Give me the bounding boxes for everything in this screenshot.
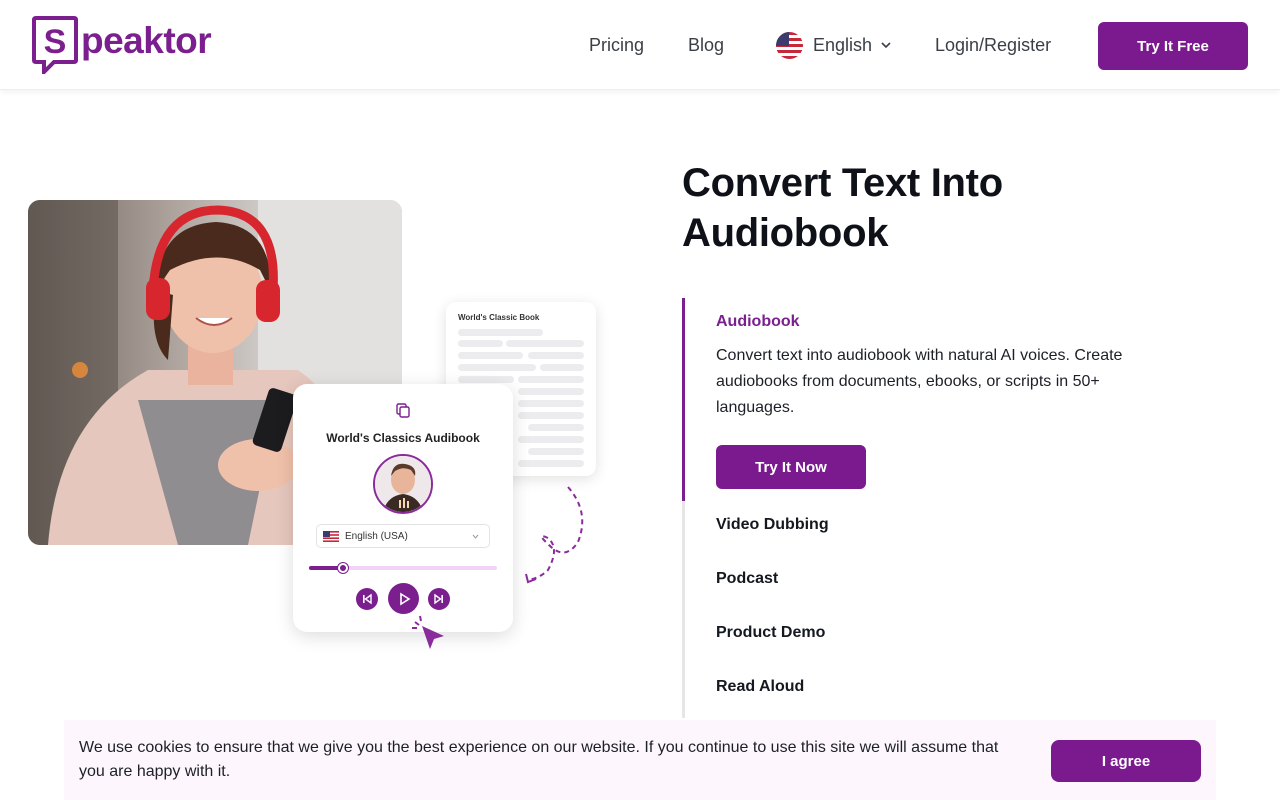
text-line bbox=[506, 340, 584, 347]
text-line bbox=[518, 412, 584, 419]
text-line bbox=[528, 352, 584, 359]
play-button[interactable] bbox=[388, 583, 419, 614]
text-line bbox=[528, 424, 584, 431]
skip-forward-icon bbox=[434, 593, 443, 605]
language-label: English bbox=[813, 34, 873, 55]
play-icon bbox=[399, 592, 411, 605]
speaktor-logo[interactable]: S peaktor bbox=[32, 16, 212, 76]
nav-login-register[interactable]: Login/Register bbox=[935, 33, 1051, 57]
tab-video-dubbing[interactable]: Video Dubbing bbox=[716, 515, 829, 535]
language-selector[interactable]: English bbox=[776, 31, 892, 59]
nav-blog[interactable]: Blog bbox=[688, 33, 724, 57]
skip-back-icon bbox=[363, 593, 372, 605]
text-line bbox=[518, 388, 584, 395]
text-line bbox=[458, 376, 514, 383]
tab-audiobook-description: Convert text into audiobook with natural… bbox=[716, 347, 1123, 416]
cookie-agree-button[interactable]: I agree bbox=[1051, 740, 1201, 782]
text-line bbox=[528, 448, 584, 455]
dashed-arrow-icon bbox=[525, 486, 584, 584]
next-button[interactable] bbox=[428, 588, 450, 610]
tab-podcast[interactable]: Podcast bbox=[716, 569, 778, 589]
text-line bbox=[458, 364, 536, 371]
us-flag-icon bbox=[323, 530, 339, 542]
chevron-down-icon bbox=[881, 42, 891, 49]
hero-title: Convert Text Into Audiobook bbox=[682, 161, 1003, 255]
site-header: S peaktor Pricing Blog English Login/Reg… bbox=[0, 0, 1280, 90]
brand-name: peaktor bbox=[81, 20, 212, 61]
text-line bbox=[540, 364, 584, 371]
speaktor-logo-icon: S bbox=[32, 16, 78, 74]
text-line bbox=[518, 376, 584, 383]
text-line bbox=[458, 329, 543, 336]
narrator-avatar bbox=[373, 454, 433, 514]
voice-language-select[interactable]: English (USA) bbox=[316, 524, 490, 548]
text-line bbox=[518, 436, 584, 443]
audiobook-player-card: World's Classics Audibook English (USA) bbox=[293, 384, 513, 632]
us-flag-icon bbox=[776, 31, 803, 59]
try-it-free-button[interactable]: Try It Free bbox=[1098, 22, 1248, 70]
chevron-down-icon bbox=[472, 534, 479, 539]
tabs-rail-active-indicator bbox=[682, 298, 685, 501]
cookie-banner: We use cookies to ensure that we give yo… bbox=[64, 720, 1216, 800]
copy-icon bbox=[396, 403, 410, 418]
progress-knob[interactable] bbox=[337, 563, 348, 573]
previous-button[interactable] bbox=[356, 588, 378, 610]
text-line bbox=[458, 352, 523, 359]
nav-pricing[interactable]: Pricing bbox=[589, 33, 644, 57]
text-line bbox=[458, 340, 503, 347]
text-line bbox=[518, 460, 584, 467]
voice-language-label: English (USA) bbox=[345, 530, 408, 542]
try-it-now-button[interactable]: Try It Now bbox=[716, 445, 866, 489]
player-title: World's Classics Audibook bbox=[326, 431, 480, 445]
mouse-pointer-icon bbox=[412, 615, 444, 649]
tab-read-aloud[interactable]: Read Aloud bbox=[716, 677, 804, 697]
cookie-message: We use cookies to ensure that we give yo… bbox=[79, 739, 999, 780]
tab-audiobook[interactable]: Audiobook bbox=[716, 313, 800, 331]
narrator-portrait bbox=[375, 456, 431, 512]
tab-product-demo[interactable]: Product Demo bbox=[716, 623, 825, 643]
book-card-title: World's Classic Book bbox=[458, 313, 540, 322]
text-line bbox=[518, 400, 584, 407]
playback-progress[interactable] bbox=[309, 563, 497, 573]
svg-text:S: S bbox=[44, 23, 67, 61]
